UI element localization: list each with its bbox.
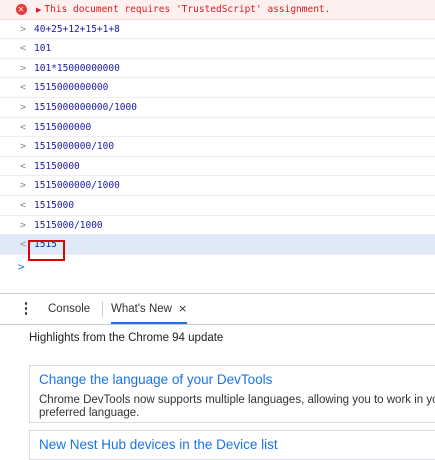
console-input-line[interactable]: >1515000000/100 bbox=[0, 137, 435, 157]
console-output-line[interactable]: <1515 bbox=[0, 235, 435, 255]
tab-console[interactable]: Console bbox=[48, 294, 90, 324]
console-entries: >40+25+12+15+1+8 <101 >101*15000000000 <151… bbox=[0, 20, 435, 255]
console-line-text: 1515000 bbox=[34, 199, 75, 211]
console-line-text: 40+25+12+15+1+8 bbox=[34, 23, 120, 35]
console-line-text: 1515000000000/1000 bbox=[34, 101, 137, 113]
output-chevron-icon: < bbox=[19, 121, 27, 133]
console-output-line[interactable]: <1515000000 bbox=[0, 118, 435, 138]
console-input-line[interactable]: >1515000/1000 bbox=[0, 216, 435, 236]
console-prompt[interactable]: > bbox=[17, 262, 25, 273]
output-chevron-icon: < bbox=[19, 43, 27, 55]
input-chevron-icon: > bbox=[19, 141, 27, 153]
console-line-text: 1515000000/100 bbox=[34, 141, 115, 153]
console-output-line[interactable]: <15150000 bbox=[0, 157, 435, 177]
console-line-text: 1515000000 bbox=[34, 121, 92, 133]
input-chevron-icon: > bbox=[19, 180, 27, 192]
output-chevron-icon: < bbox=[19, 199, 27, 211]
console-output-line[interactable]: <1515000000000 bbox=[0, 78, 435, 98]
console-input-line[interactable]: >40+25+12+15+1+8 bbox=[0, 20, 435, 40]
input-chevron-icon: > bbox=[19, 101, 27, 113]
tab-whats-new[interactable]: What's New × bbox=[111, 294, 188, 324]
console-line-text: 1515000000/1000 bbox=[34, 180, 120, 192]
bottom-drawer: Console What's New × Highlights from the … bbox=[0, 293, 435, 460]
feature-card[interactable]: New Nest Hub devices in the Device list bbox=[29, 430, 435, 460]
drawer-tabbar: Console What's New × bbox=[0, 294, 435, 325]
highlights-heading: Highlights from the Chrome 94 update bbox=[29, 332, 224, 344]
card-title[interactable]: Change the language of your DevTools bbox=[39, 372, 272, 387]
card-title[interactable]: New Nest Hub devices in the Device list bbox=[39, 437, 278, 452]
tab-divider bbox=[102, 301, 103, 317]
card-body: Chrome DevTools now supports multiple la… bbox=[39, 394, 435, 419]
highlight-box bbox=[28, 240, 65, 261]
console-line-text: 1515000000000 bbox=[34, 82, 109, 94]
console-line-text: 1515000/1000 bbox=[34, 219, 103, 231]
console-panel: ✕ ▶ This document requires 'TrustedScript… bbox=[0, 0, 435, 275]
input-chevron-icon: > bbox=[19, 219, 27, 231]
more-options-icon[interactable] bbox=[22, 302, 30, 317]
console-line-text: 15150000 bbox=[34, 160, 80, 172]
close-icon[interactable]: × bbox=[178, 302, 187, 315]
error-icon: ✕ bbox=[14, 0, 28, 19]
console-input-line[interactable]: >1515000000000/1000 bbox=[0, 98, 435, 118]
output-chevron-icon: < bbox=[19, 82, 27, 94]
error-message: ✕ ▶ This document requires 'TrustedScript… bbox=[0, 0, 435, 20]
input-chevron-icon: > bbox=[19, 62, 27, 74]
console-output-line[interactable]: <101 bbox=[0, 39, 435, 59]
error-text: This document requires 'TrustedScript' a… bbox=[44, 4, 331, 15]
console-input-line[interactable]: >101*15000000000 bbox=[0, 59, 435, 79]
console-output-line[interactable]: <1515000 bbox=[0, 196, 435, 216]
output-chevron-icon: < bbox=[19, 160, 27, 172]
feature-card[interactable]: Change the language of your DevTools Chr… bbox=[29, 365, 435, 423]
console-line-text: 101 bbox=[34, 43, 52, 55]
input-chevron-icon: > bbox=[19, 23, 27, 35]
expand-triangle-icon[interactable]: ▶ bbox=[36, 6, 41, 14]
console-line-text: 101*15000000000 bbox=[34, 62, 120, 74]
console-input-line[interactable]: >1515000000/1000 bbox=[0, 176, 435, 196]
